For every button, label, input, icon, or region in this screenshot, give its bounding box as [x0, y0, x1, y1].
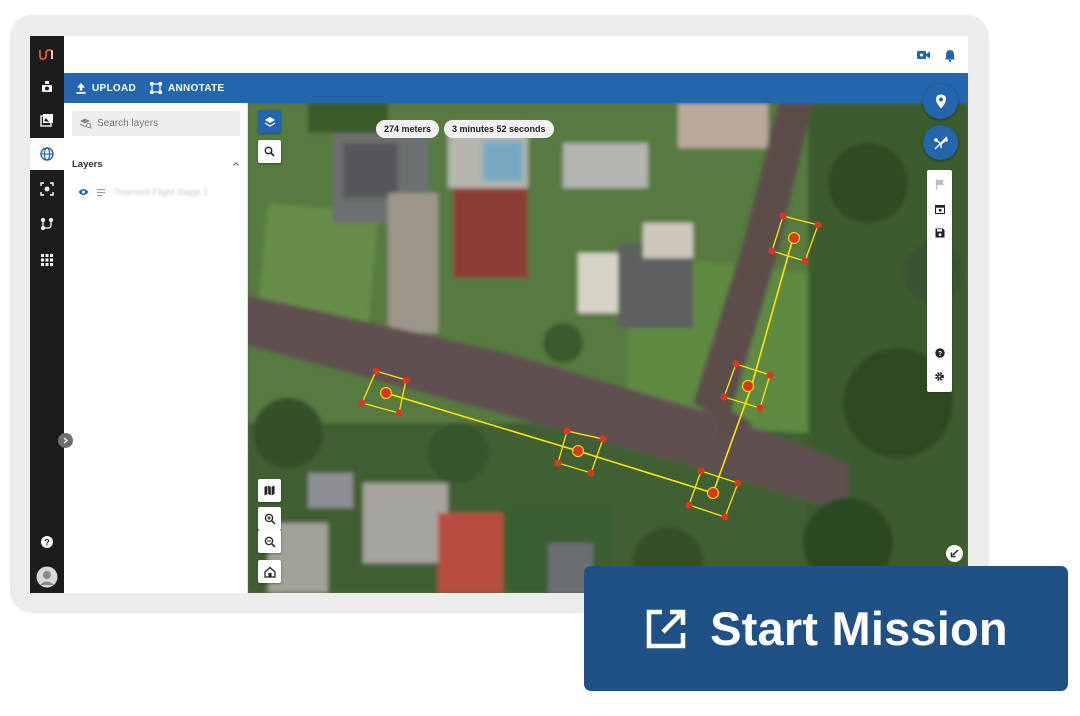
settings-gear-icon[interactable] — [933, 370, 946, 383]
zoom-out-icon — [264, 536, 276, 548]
chevron-right-icon — [63, 437, 69, 444]
calendar-icon[interactable] — [933, 202, 946, 215]
zoom-in-icon — [264, 513, 276, 525]
start-mission-button[interactable]: Start Mission — [584, 566, 1068, 691]
layers-panel: Layers Townsvill Flight Stage 1 — [64, 103, 248, 593]
help-icon[interactable]: ? — [30, 526, 64, 558]
start-mission-label: Start Mission — [710, 602, 1008, 655]
satellite-imagery — [248, 103, 968, 593]
expand-panel-button[interactable] — [58, 433, 73, 448]
flag-icon[interactable] — [933, 178, 946, 191]
chevron-up-icon[interactable] — [232, 161, 240, 167]
text-lines-icon — [97, 188, 105, 196]
notification-bell-icon[interactable] — [942, 47, 958, 63]
zoom-in-button[interactable] — [258, 507, 281, 530]
map-globe-icon[interactable] — [30, 138, 64, 170]
svg-text:?: ? — [937, 351, 941, 358]
map-fold-icon — [264, 485, 275, 496]
map-search-button[interactable] — [258, 140, 281, 163]
live-camera-icon[interactable] — [30, 71, 64, 103]
avatar[interactable] — [30, 561, 64, 593]
upload-button[interactable]: UPLOAD — [76, 73, 136, 103]
upload-icon — [76, 82, 86, 94]
annotate-button[interactable]: ANNOTATE — [150, 73, 224, 103]
drone-toggle-button[interactable] — [923, 125, 958, 160]
apps-grid-icon[interactable] — [30, 244, 64, 276]
search-layers-input[interactable] — [72, 111, 240, 136]
basemap-button[interactable] — [258, 479, 281, 502]
upload-label: UPLOAD — [92, 82, 137, 94]
detect-icon[interactable] — [30, 173, 64, 205]
arrow-collapse-icon — [950, 549, 959, 558]
mission-tools-strip: ? — [927, 170, 952, 392]
svg-text:?: ? — [44, 538, 50, 548]
app-screen: ? UPLOAD ANNOTATE Layers — [30, 36, 968, 593]
logo-icon[interactable] — [30, 38, 64, 70]
layer-name: Townsvill Flight Stage 1 — [114, 187, 209, 197]
magnifier-icon — [264, 146, 275, 157]
satellite-map[interactable]: 274 meters 3 minutes 52 seconds — [248, 103, 968, 593]
save-icon[interactable] — [933, 226, 946, 239]
pipeline-icon[interactable] — [30, 208, 64, 240]
home-view-button[interactable] — [258, 560, 281, 583]
drone-off-icon — [933, 136, 948, 149]
mission-distance: 274 meters — [376, 120, 440, 138]
annotate-label: ANNOTATE — [168, 82, 225, 94]
fullscreen-button[interactable] — [946, 545, 963, 562]
layers-section-header[interactable]: Layers — [72, 157, 240, 171]
map-pin-icon — [935, 94, 946, 109]
top-bar — [64, 36, 968, 73]
zoom-out-button[interactable] — [258, 530, 281, 553]
layers-title: Layers — [72, 158, 103, 170]
external-link-icon — [646, 609, 686, 648]
mission-duration: 3 minutes 52 seconds — [444, 120, 554, 138]
layer-search-icon — [79, 118, 92, 129]
video-camera-icon[interactable] — [916, 47, 932, 63]
left-nav: ? — [30, 36, 64, 593]
location-pin-button[interactable] — [923, 84, 958, 119]
help-circle-icon[interactable]: ? — [933, 346, 946, 359]
gallery-icon[interactable] — [30, 104, 64, 136]
main-toolbar: UPLOAD ANNOTATE — [64, 73, 968, 103]
visibility-eye-icon[interactable] — [78, 188, 89, 196]
layers-stack-icon — [264, 116, 275, 127]
annotate-icon — [150, 82, 162, 94]
layer-item[interactable]: Townsvill Flight Stage 1 — [78, 185, 240, 199]
home-icon — [263, 566, 276, 578]
layers-toggle-button[interactable] — [258, 110, 281, 133]
